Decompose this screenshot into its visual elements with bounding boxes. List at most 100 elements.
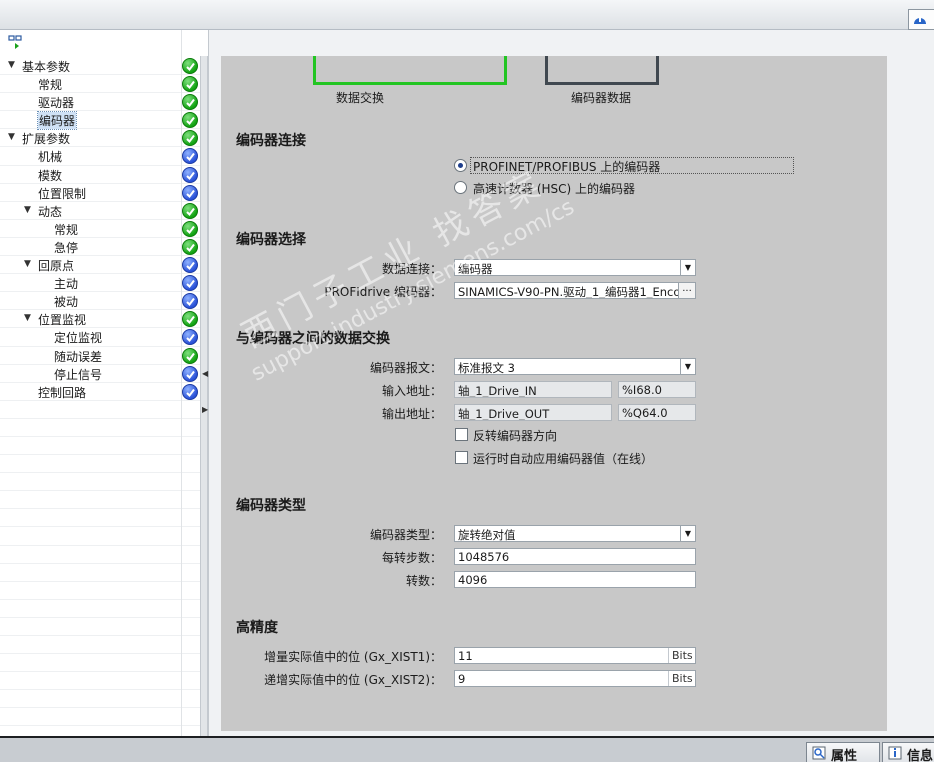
reverse-direction-checkbox[interactable]	[455, 428, 468, 441]
tree-row[interactable]: ▼ 动态	[0, 202, 200, 220]
tree-item-label[interactable]: 机械	[38, 148, 62, 165]
tree-item-label[interactable]: 控制回路	[38, 384, 86, 401]
radio-hsc-encoder[interactable]	[454, 181, 467, 194]
tree-row[interactable]: ▼ 回原点	[0, 256, 200, 275]
check-ok-icon	[182, 202, 198, 219]
data-connection-label: 数据连接：	[381, 262, 442, 276]
encoder-selection-title: 编码器选择	[236, 232, 306, 248]
panel-splitter[interactable]: ◀ ▶	[200, 56, 208, 736]
check-configured-icon	[182, 166, 198, 183]
tree-item-label[interactable]: 主动	[54, 275, 78, 292]
expand-arrow-icon[interactable]: ▼	[24, 205, 31, 215]
tree-row[interactable]: ▼ 基本参数	[0, 57, 200, 76]
tree-item-label[interactable]: 编码器	[36, 111, 78, 131]
incremental-bits-label: 增量实际值中的位 (Gx_XIST1)：	[264, 650, 442, 664]
tree-item-label[interactable]: 回原点	[38, 257, 74, 274]
tree-row	[0, 564, 200, 582]
revolutions-input[interactable]: 4096	[454, 571, 696, 588]
encoder-connection-title: 编码器连接	[236, 133, 306, 149]
tree-item-label[interactable]: 动态	[38, 203, 62, 220]
expand-arrow-icon[interactable]: ▼	[24, 259, 31, 269]
window-corner-tab[interactable]	[908, 9, 934, 30]
tree-item-label[interactable]: 定位监视	[54, 329, 102, 346]
radio-profinet-encoder[interactable]	[454, 159, 467, 172]
data-connection-select[interactable]: 编码器 ▼	[454, 259, 696, 276]
data-exchange-title: 与编码器之间的数据交换	[236, 331, 390, 347]
tab-properties[interactable]: 属性	[806, 742, 880, 762]
tab-info[interactable]: 信息	[882, 742, 934, 762]
tree-row[interactable]: 驱动器	[0, 93, 200, 112]
check-ok-icon	[182, 112, 198, 129]
tree-row[interactable]: ▼ 位置监视	[0, 310, 200, 329]
tree-item-label[interactable]: 常规	[38, 76, 62, 93]
tree-row	[0, 491, 200, 510]
high-precision-title: 高精度	[236, 620, 278, 636]
steps-per-rev-input[interactable]: 1048576	[454, 548, 696, 565]
tree-item-label[interactable]: 随动误差	[54, 348, 102, 365]
tree-row[interactable]: 被动	[0, 292, 200, 311]
reverse-direction-label[interactable]: 反转编码器方向	[473, 427, 557, 444]
tree-row	[0, 527, 200, 546]
tree-row	[0, 455, 200, 474]
collapse-left-icon[interactable]: ◀	[202, 369, 208, 378]
tree-item-label[interactable]: 常规	[54, 221, 78, 238]
encoder-type-select[interactable]: 旋转绝对值 ▼	[454, 525, 696, 542]
tree-row	[0, 708, 200, 727]
expand-right-icon[interactable]: ▶	[202, 405, 208, 414]
check-ok-icon	[182, 58, 198, 74]
radio-profinet-label[interactable]: PROFINET/PROFIBUS 上的编码器	[473, 158, 660, 175]
check-ok-icon	[182, 347, 198, 364]
tree-item-label[interactable]: 模数	[38, 167, 62, 184]
tree-row[interactable]: 常规	[0, 75, 200, 94]
tree-row[interactable]: 随动误差	[0, 347, 200, 365]
check-ok-icon	[182, 130, 198, 147]
tree-row[interactable]: 急停	[0, 238, 200, 257]
browse-button[interactable]: ...	[678, 283, 695, 298]
chevron-down-icon[interactable]: ▼	[680, 260, 695, 275]
tree-item-label[interactable]: 位置监视	[38, 311, 86, 328]
radio-hsc-label[interactable]: 高速计数器 (HSC) 上的编码器	[473, 180, 635, 197]
tree-row[interactable]: 停止信号	[0, 365, 200, 383]
tree-item-label[interactable]: 基本参数	[22, 58, 70, 75]
expand-arrow-icon[interactable]: ▼	[8, 60, 15, 70]
tree-row[interactable]: 机械	[0, 147, 200, 166]
tree-row	[0, 582, 200, 600]
output-address-label: 输出地址：	[381, 407, 442, 421]
incremental-bits-input[interactable]: 11 Bits	[454, 647, 696, 664]
tree-row[interactable]: 定位监视	[0, 328, 200, 347]
diagnostics-icon	[914, 16, 926, 24]
bits-unit: Bits	[668, 671, 695, 686]
tree-item-label[interactable]: 被动	[54, 293, 78, 310]
chevron-down-icon[interactable]: ▼	[680, 359, 695, 374]
tree-row[interactable]: 模数	[0, 166, 200, 184]
input-address-label: 输入地址：	[381, 384, 442, 398]
tree-row[interactable]: ▼ 扩展参数	[0, 129, 200, 148]
output-address-name: 轴_1_Drive_OUT	[454, 404, 612, 421]
absolute-bits-input[interactable]: 9 Bits	[454, 670, 696, 687]
data-exchange-caption: 数据交换	[336, 91, 385, 105]
check-configured-icon	[182, 275, 198, 292]
tree-row[interactable]: 位置限制	[0, 184, 200, 202]
check-ok-icon	[182, 94, 198, 111]
tree-row[interactable]: 编码器	[0, 111, 200, 131]
auto-apply-checkbox[interactable]	[455, 451, 468, 464]
tree-item-label[interactable]: 急停	[54, 239, 78, 256]
check-configured-icon	[182, 329, 198, 346]
tree-row[interactable]: 控制回路	[0, 383, 200, 401]
encoder-telegram-select[interactable]: 标准报文 3 ▼	[454, 358, 696, 375]
tree-item-label[interactable]: 驱动器	[38, 94, 74, 111]
tree-view-toggle-icon[interactable]	[8, 34, 26, 50]
profidrive-encoder-field[interactable]: SINAMICS-V90-PN.驱动_1_编码器1_Encod ...	[454, 282, 696, 299]
auto-apply-label[interactable]: 运行时自动应用编码器值（在线）	[473, 450, 653, 467]
expand-arrow-icon[interactable]: ▼	[24, 313, 31, 323]
input-address-value: %I68.0	[618, 381, 696, 398]
tree-row[interactable]: 常规	[0, 220, 200, 238]
tree-item-label[interactable]: 扩展参数	[22, 130, 70, 147]
tree-row	[0, 672, 200, 691]
steps-per-rev-label: 每转步数：	[381, 551, 442, 565]
expand-arrow-icon[interactable]: ▼	[8, 132, 15, 142]
chevron-down-icon[interactable]: ▼	[680, 526, 695, 541]
tree-item-label[interactable]: 停止信号	[54, 366, 102, 383]
tree-row[interactable]: 主动	[0, 274, 200, 293]
tree-item-label[interactable]: 位置限制	[38, 185, 86, 202]
